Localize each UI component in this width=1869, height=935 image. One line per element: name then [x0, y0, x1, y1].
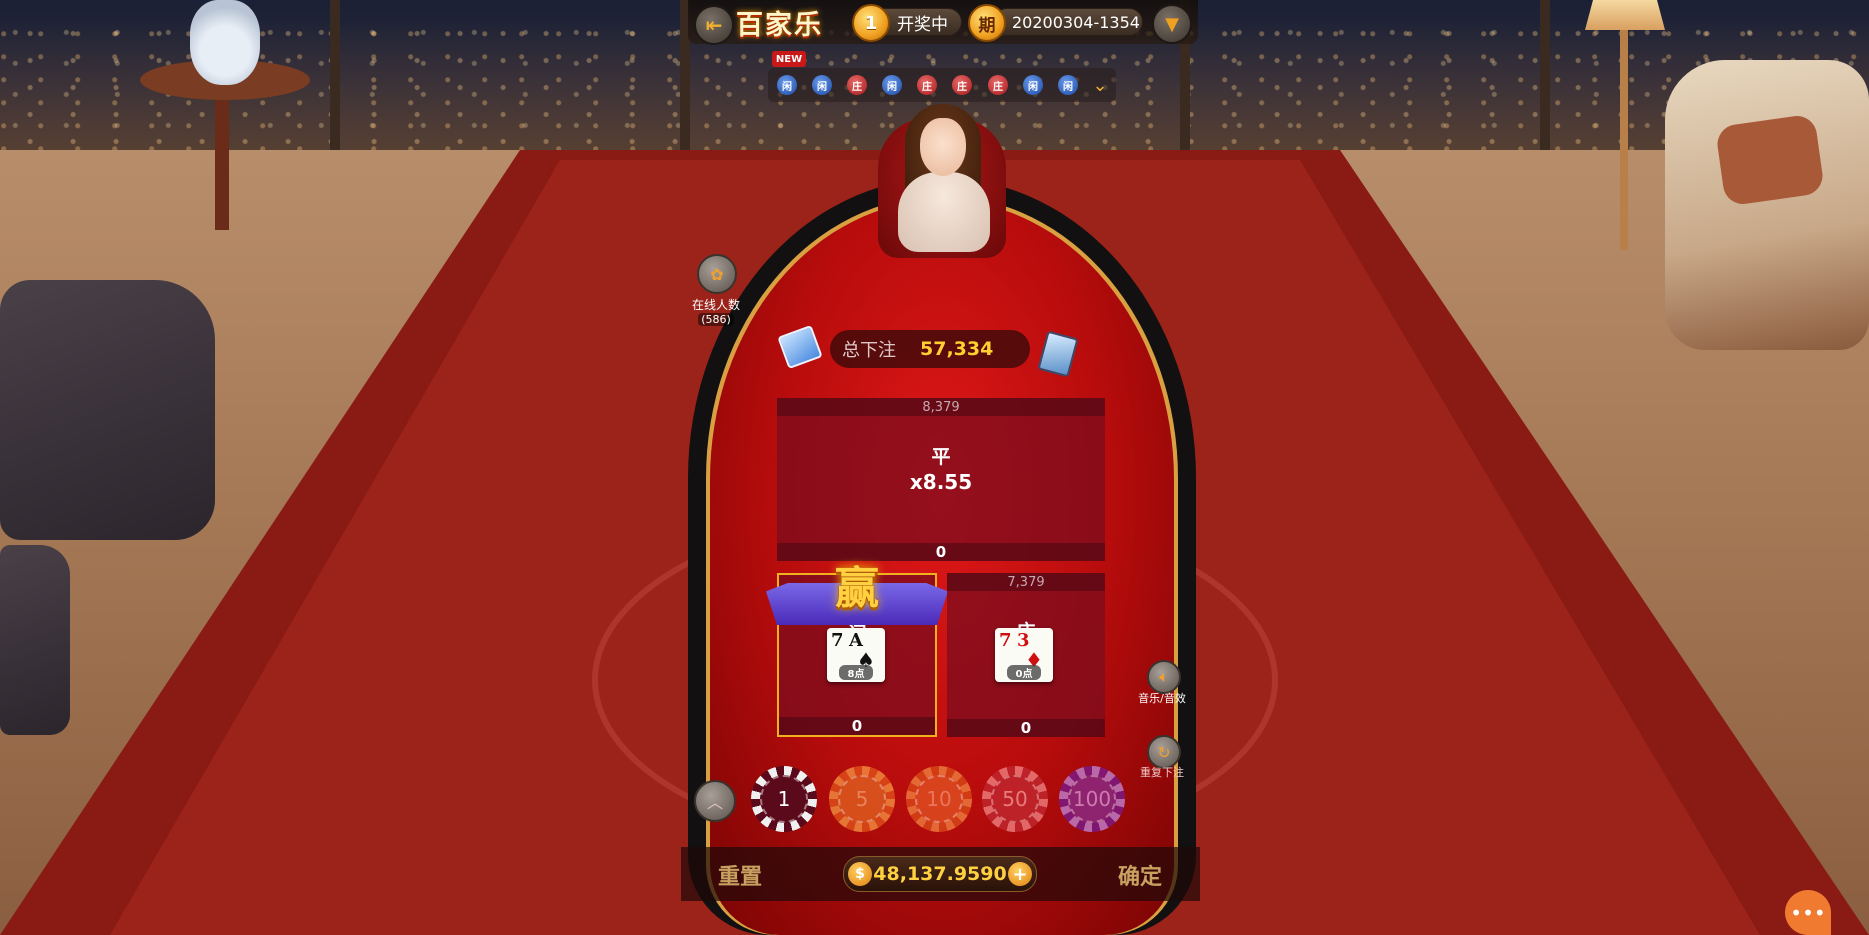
reset-button[interactable]: 重置 — [704, 858, 776, 892]
chevron-up-icon: ︿ — [706, 793, 723, 812]
chip-10[interactable]: 10 — [906, 766, 972, 832]
exit-icon: ⇤ — [705, 13, 723, 37]
game-title: 百家乐 — [736, 9, 823, 41]
sound-label: 音乐/音效 — [1138, 692, 1186, 705]
speaker-icon: 🔈︎ — [1159, 667, 1169, 686]
total-bet-label: 总下注 — [842, 340, 896, 361]
player-points: 8点 — [839, 665, 873, 680]
road-result: 庄 — [847, 75, 867, 95]
chat-button[interactable]: ••• — [1785, 890, 1831, 935]
dropdown-icon: ▼ — [1165, 13, 1179, 35]
total-bet-value: 57,334 — [920, 338, 994, 360]
chip-1[interactable]: 1 — [751, 766, 817, 832]
lamp-shade — [1585, 0, 1665, 30]
tie-bet-area[interactable]: 8,379 平 x8.55 0 — [777, 398, 1105, 561]
rebet-label: 重复下注 — [1140, 766, 1184, 779]
road-result: 闲 — [1023, 75, 1043, 95]
road-result: 闲 — [812, 75, 832, 95]
road-result: 闲 — [882, 75, 902, 95]
chip-5[interactable]: 5 — [829, 766, 895, 832]
armchair — [1665, 60, 1869, 350]
banker-total: 7,379 — [947, 573, 1105, 591]
card-rank: 7 — [999, 630, 1012, 651]
sound-button[interactable]: 🔈︎ — [1147, 660, 1181, 694]
road-result: 闲 — [777, 75, 797, 95]
chip-value: 1 — [760, 775, 808, 823]
banker-points: 0点 — [1007, 665, 1041, 680]
plus-icon: + — [1012, 863, 1028, 885]
chip-expand-button[interactable]: ︿ — [694, 780, 736, 822]
win-badge: 赢 — [835, 563, 879, 614]
confirm-button[interactable]: 确定 — [1104, 858, 1176, 892]
sofa — [0, 545, 70, 735]
banker-my-bet: 0 — [947, 719, 1105, 737]
chip-100[interactable]: 100 — [1059, 766, 1125, 832]
exit-button[interactable]: ⇤ — [694, 5, 734, 45]
road-result: 庄 — [917, 75, 937, 95]
tie-total: 8,379 — [777, 398, 1105, 416]
side-table-leg — [215, 100, 229, 230]
tie-label: 平 — [931, 446, 951, 468]
alarm-clock-icon: 1 — [852, 4, 890, 42]
flower-vase — [190, 0, 260, 85]
chip-value: 50 — [991, 775, 1039, 823]
dropdown-button[interactable]: ▼ — [1152, 4, 1192, 44]
player-cards: 7 A ♠ 8点 — [827, 628, 885, 682]
chat-icon: ••• — [1790, 900, 1826, 925]
chip-50[interactable]: 50 — [982, 766, 1048, 832]
cushion — [1714, 113, 1826, 207]
chevron-down-icon: ⌄ — [1092, 74, 1108, 96]
paw-icon: ✿ — [710, 264, 724, 284]
online-players-count: (586) — [698, 313, 734, 326]
road-result: 庄 — [988, 75, 1008, 95]
dealer-body — [898, 172, 990, 252]
player-my-bet: 0 — [779, 717, 935, 735]
total-bet: 总下注 57,334 — [830, 330, 1030, 368]
card-rank: 7 — [831, 630, 844, 651]
sofa — [0, 280, 215, 540]
period-number: 20200304-1354 — [993, 8, 1143, 36]
add-funds-button[interactable]: + — [1008, 862, 1032, 886]
tie-odds: x8.55 — [909, 470, 973, 494]
online-players-label: 在线人数 — [691, 298, 740, 312]
new-badge: NEW — [772, 51, 806, 67]
road-result: 闲 — [1058, 75, 1078, 95]
expand-road-button[interactable]: ⌄ — [1088, 73, 1112, 97]
online-players-button[interactable]: ✿ — [697, 254, 737, 294]
chip-value: 100 — [1068, 775, 1116, 823]
floor-lamp — [1620, 20, 1628, 250]
chip-value: 5 — [838, 775, 886, 823]
banker-cards: 7 3 ♦ 0点 — [995, 628, 1053, 682]
chip-value: 10 — [915, 775, 963, 823]
dealer-face — [920, 118, 966, 176]
road-result: 庄 — [952, 75, 972, 95]
period-icon: 期 — [968, 4, 1006, 42]
dollar-icon: $ — [848, 862, 872, 886]
refresh-icon: ↻ — [1157, 742, 1171, 762]
